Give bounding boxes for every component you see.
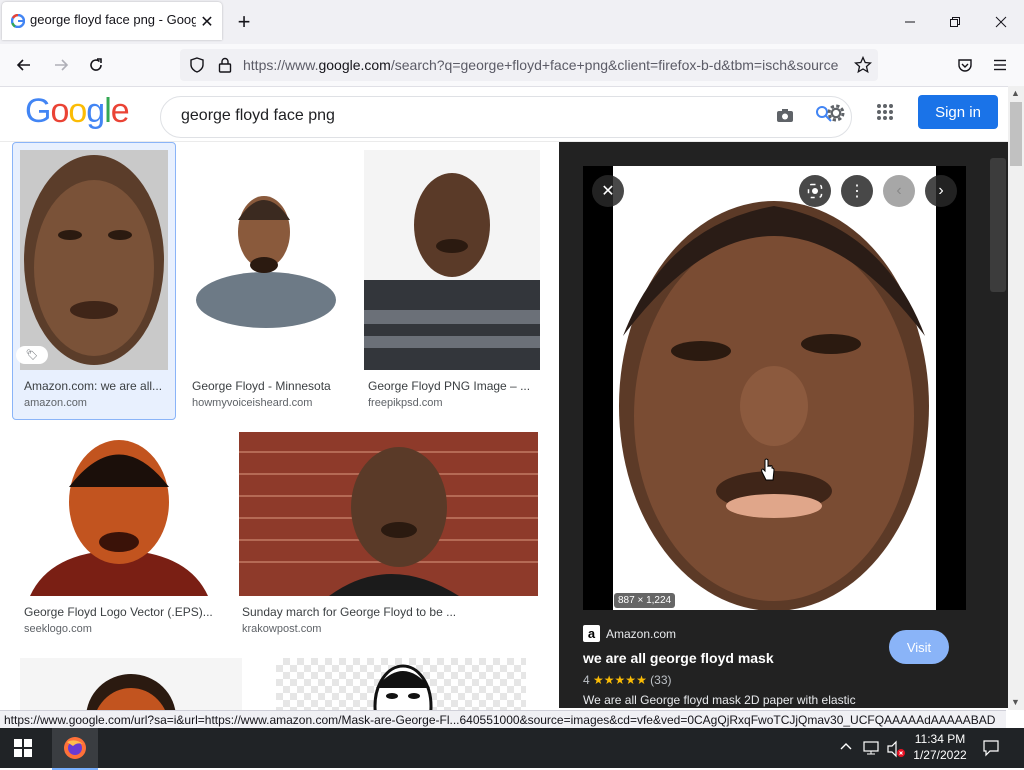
review-count: (33): [650, 673, 672, 687]
google-logo-letter: e: [110, 92, 130, 130]
new-tab-button[interactable]: +: [232, 9, 256, 34]
close-window-button[interactable]: [987, 11, 1015, 33]
hamburger-menu-icon[interactable]: [989, 54, 1011, 76]
status-bar-url: https://www.google.com/url?sa=i&url=http…: [0, 710, 1006, 729]
notification-center-icon[interactable]: [982, 739, 1000, 762]
url-prefix: https://www.: [243, 57, 319, 73]
volume-muted-icon[interactable]: [886, 740, 906, 763]
image-dimensions-label: 887 × 1,224: [614, 593, 676, 608]
preview-image[interactable]: [583, 166, 966, 611]
previous-image-icon[interactable]: ‹: [883, 175, 915, 207]
next-image-icon[interactable]: ›: [925, 175, 957, 207]
google-logo-letter: G: [25, 92, 51, 130]
lock-icon[interactable]: [215, 55, 235, 75]
tray-chevron-icon[interactable]: [839, 740, 853, 754]
tab-close-icon[interactable]: ✕: [197, 12, 217, 32]
result-title[interactable]: George Floyd Logo Vector (.EPS)...: [24, 605, 218, 619]
preview-source-name[interactable]: Amazon.com: [606, 627, 676, 641]
maximize-button[interactable]: [941, 11, 969, 33]
preview-title[interactable]: we are all george floyd mask: [583, 650, 774, 666]
url-text[interactable]: https://www.google.com/search?q=george+f…: [243, 57, 849, 73]
back-arrow-icon[interactable]: [12, 54, 36, 76]
google-logo-letter: g: [86, 92, 105, 130]
preview-description: We are all George floyd mask 2D paper wi…: [583, 693, 856, 707]
result-source: krakowpost.com: [242, 623, 322, 635]
camera-search-icon[interactable]: [775, 105, 795, 125]
url-path: /search?q=george+floyd+face+png&client=f…: [390, 57, 839, 73]
lens-search-icon[interactable]: [799, 175, 831, 207]
clock[interactable]: 11:34 PM 1/27/2022: [910, 732, 970, 762]
windows-start-icon[interactable]: [14, 739, 32, 757]
result-image[interactable]: [20, 658, 242, 710]
page-scrollbar-thumb[interactable]: [1010, 102, 1022, 166]
url-domain: google.com: [318, 57, 391, 73]
result-title[interactable]: George Floyd - Minnesota: [192, 379, 342, 393]
result-title[interactable]: George Floyd PNG Image – ...: [368, 379, 536, 393]
result-title[interactable]: Sunday march for George Floyd to be ...: [242, 605, 536, 619]
preview-rating: 4 ★★★★★ (33): [583, 673, 672, 687]
result-image[interactable]: [239, 432, 538, 596]
result-title[interactable]: Amazon.com: we are all...: [24, 379, 168, 393]
amazon-logo-icon: a: [583, 625, 600, 642]
close-preview-icon[interactable]: ✕: [592, 175, 624, 207]
search-input[interactable]: george floyd face png: [181, 107, 335, 125]
result-image[interactable]: [276, 658, 526, 710]
firefox-icon: [63, 736, 87, 760]
scroll-up-arrow-icon[interactable]: ▲: [1011, 88, 1020, 98]
google-logo-letter: o: [68, 92, 87, 130]
more-options-icon[interactable]: ⋮: [841, 175, 873, 207]
rating-value: 4: [583, 673, 590, 687]
forward-arrow-icon[interactable]: [49, 54, 73, 76]
network-icon[interactable]: [862, 740, 880, 761]
google-logo[interactable]: Google: [25, 92, 130, 131]
google-logo-letter: o: [50, 92, 69, 130]
tracking-shield-icon[interactable]: [187, 55, 207, 75]
sign-in-button[interactable]: Sign in: [918, 95, 998, 129]
minimize-button[interactable]: [896, 11, 924, 33]
google-logo-letters: Google: [25, 92, 130, 130]
result-image[interactable]: [20, 150, 168, 370]
scroll-down-arrow-icon[interactable]: ▼: [1011, 697, 1020, 707]
result-source: seeklogo.com: [24, 623, 92, 635]
rating-stars: ★★★★★: [593, 673, 647, 687]
clock-time: 11:34 PM: [914, 732, 966, 746]
hand-cursor-icon: [760, 458, 776, 482]
result-source: freepikpsd.com: [368, 397, 443, 409]
result-image[interactable]: [188, 150, 344, 370]
visit-button[interactable]: Visit: [889, 630, 949, 664]
clock-date: 1/27/2022: [913, 748, 967, 762]
pocket-icon[interactable]: [954, 54, 976, 76]
page-scrollbar[interactable]: [1008, 86, 1024, 710]
product-tag-icon: 🏷: [16, 346, 48, 364]
result-image[interactable]: [20, 432, 218, 596]
result-source: amazon.com: [24, 397, 87, 409]
google-favicon-icon: [10, 13, 26, 29]
settings-gear-icon[interactable]: [824, 101, 848, 125]
apps-grid-icon[interactable]: [876, 103, 896, 123]
result-source: howmyvoiceisheard.com: [192, 397, 313, 409]
bookmark-star-icon[interactable]: [852, 54, 874, 76]
panel-scrollbar-thumb[interactable]: [990, 158, 1006, 292]
reload-icon[interactable]: [84, 54, 108, 76]
result-image[interactable]: [364, 150, 540, 370]
tab-title: george floyd face png - Google: [30, 12, 196, 27]
